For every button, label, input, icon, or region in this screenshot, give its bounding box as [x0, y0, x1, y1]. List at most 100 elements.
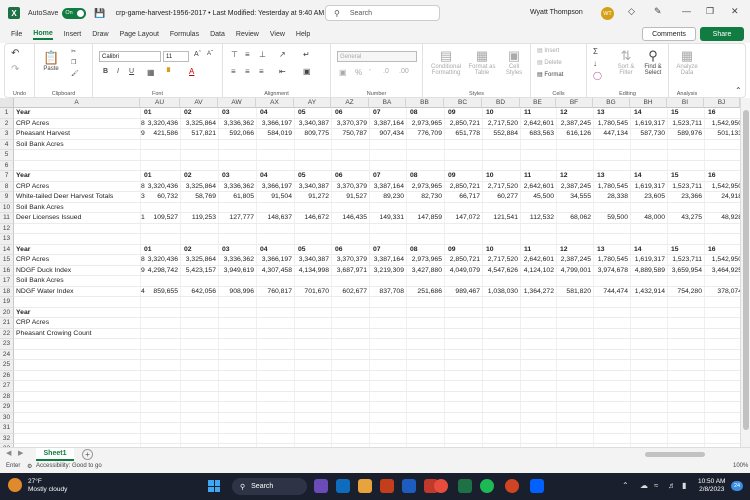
row-header[interactable]: 2 [0, 118, 14, 129]
delete-cells-button[interactable]: ▤ Delete [537, 59, 562, 66]
data-cell[interactable]: 34,555 [556, 192, 593, 203]
format-painter-icon[interactable]: 🖌 [71, 70, 79, 77]
weather-icon[interactable] [8, 478, 22, 492]
align-center-icon[interactable]: ≡ [245, 67, 250, 76]
data-cell[interactable]: 3,340,387 [294, 182, 331, 193]
column-header-aw[interactable]: AW [218, 98, 256, 108]
data-cell[interactable]: 1,542,950 [704, 255, 740, 266]
data-cell[interactable]: 378,074 [704, 287, 740, 298]
clock[interactable]: 10:50 AM 2/8/2023 [698, 478, 725, 494]
data-cell[interactable]: 91,527 [331, 192, 369, 203]
select-all-corner[interactable] [0, 98, 14, 108]
year-header-cell[interactable]: 12 [556, 245, 593, 256]
data-cell[interactable]: 59,500 [593, 213, 630, 224]
row-label-cell[interactable]: Year [16, 245, 140, 256]
data-cell[interactable]: 2,973,965 [406, 182, 444, 193]
data-cell[interactable]: 149,331 [369, 213, 406, 224]
data-cell[interactable]: 146,672 [294, 213, 331, 224]
data-cell[interactable]: 3,464,925 [704, 266, 740, 277]
data-cell[interactable]: 2,717,520 [482, 255, 520, 266]
data-cell[interactable]: 2,387,245 [556, 182, 593, 193]
undo-icon[interactable]: ↶ [11, 48, 19, 59]
data-cell[interactable]: 91,504 [256, 192, 294, 203]
tab-data[interactable]: Data [210, 31, 225, 38]
data-cell[interactable]: 3,370,379 [331, 182, 369, 193]
year-header-cell[interactable]: 01 [140, 245, 180, 256]
add-sheet-button[interactable]: + [82, 449, 93, 460]
data-cell[interactable]: 28,338 [593, 192, 630, 203]
year-header-cell[interactable]: 09 [444, 171, 482, 182]
share-button[interactable]: Share [700, 27, 744, 41]
column-header-az[interactable]: AZ [331, 98, 369, 108]
row-header[interactable]: 29 [0, 402, 14, 413]
data-cell[interactable]: 701,670 [294, 287, 331, 298]
data-cell[interactable]: 3,320,436 [140, 182, 180, 193]
align-right-icon[interactable]: ≡ [259, 67, 264, 76]
data-cell[interactable]: 3,325,864 [180, 182, 218, 193]
wrap-text-icon[interactable]: ↵ [303, 50, 310, 59]
data-cell[interactable]: 809,775 [294, 129, 331, 140]
data-cell[interactable]: 4,134,998 [294, 266, 331, 277]
row-header[interactable]: 3 [0, 129, 14, 140]
data-cell[interactable]: 1,619,317 [630, 255, 667, 266]
row-header[interactable]: 28 [0, 391, 14, 402]
borders-icon[interactable]: ▦ [147, 68, 155, 77]
spotify-icon[interactable] [480, 479, 494, 493]
year-header-cell[interactable]: 06 [331, 245, 369, 256]
data-cell[interactable]: 760,817 [256, 287, 294, 298]
paste-button[interactable]: 📋 Paste [43, 50, 59, 72]
data-cell[interactable]: 592,066 [218, 129, 256, 140]
year-header-cell[interactable]: 08 [406, 108, 444, 119]
tab-home[interactable]: Home [33, 30, 53, 40]
year-header-cell[interactable]: 14 [630, 108, 667, 119]
year-header-cell[interactable]: 12 [556, 171, 593, 182]
row-header[interactable]: 12 [0, 223, 14, 234]
font-size-select[interactable]: 11 [163, 51, 189, 62]
accessibility-status[interactable]: Accessibility: Good to go [36, 463, 102, 469]
row-header[interactable]: 23 [0, 339, 14, 350]
row-header[interactable]: 1 [0, 108, 14, 119]
conditional-formatting-button[interactable]: ▤ Conditional Formatting [427, 48, 465, 76]
year-header-cell[interactable]: 05 [294, 171, 331, 182]
row-header[interactable]: 27 [0, 381, 14, 392]
column-header-bc[interactable]: BC [444, 98, 482, 108]
insert-cells-button[interactable]: ▤ Insert [537, 47, 559, 54]
font-color-icon[interactable]: A [189, 67, 194, 76]
row-header[interactable]: 20 [0, 307, 14, 318]
row-label-cell[interactable]: Soil Bank Acres [16, 276, 140, 287]
data-cell[interactable]: 3,370,379 [331, 119, 369, 130]
tab-insert[interactable]: Insert [64, 31, 82, 38]
data-cell[interactable]: 3,949,619 [218, 266, 256, 277]
year-header-cell[interactable]: 04 [256, 171, 294, 182]
year-header-cell[interactable]: 08 [406, 245, 444, 256]
year-header-cell[interactable]: 07 [369, 171, 406, 182]
column-header-bj[interactable]: BJ [704, 98, 740, 108]
data-cell[interactable]: 3,687,971 [331, 266, 369, 277]
spreadsheet-grid[interactable]: A AU AV AW AX AY AZ BA BB BC BD BE BF BG BH BI BJ 1 Year 01… [0, 98, 740, 447]
data-cell[interactable]: 683,563 [520, 129, 556, 140]
row-header[interactable]: 24 [0, 349, 14, 360]
data-cell[interactable]: 2,717,520 [482, 182, 520, 193]
row-header[interactable]: 21 [0, 318, 14, 329]
year-header-cell[interactable]: 01 [140, 171, 180, 182]
data-cell[interactable]: 501,133 [704, 129, 740, 140]
decrease-decimal-icon[interactable]: .00 [399, 68, 409, 75]
row-header[interactable]: 4 [0, 139, 14, 150]
data-cell[interactable]: 3,387,164 [369, 182, 406, 193]
restore-icon[interactable]: ❐ [706, 6, 714, 17]
data-cell[interactable]: 45,500 [520, 192, 556, 203]
data-cell[interactable]: 2,850,721 [444, 182, 482, 193]
data-cell[interactable]: 754,280 [667, 287, 704, 298]
horizontal-scroll-thumb[interactable] [645, 452, 705, 457]
row-header[interactable]: 10 [0, 202, 14, 213]
tab-file[interactable]: File [11, 31, 22, 38]
data-cell[interactable]: 4,124,102 [520, 266, 556, 277]
row-header[interactable]: 6 [0, 160, 14, 171]
column-header-be[interactable]: BE [520, 98, 556, 108]
year-header-cell[interactable]: 11 [520, 108, 556, 119]
data-cell[interactable]: 251,686 [406, 287, 444, 298]
data-cell[interactable]: 2,973,965 [406, 119, 444, 130]
weather-widget[interactable]: 27°F Mostly cloudy [28, 478, 67, 494]
copy-icon[interactable]: ❐ [71, 59, 76, 66]
data-cell[interactable]: 3,366,197 [256, 255, 294, 266]
